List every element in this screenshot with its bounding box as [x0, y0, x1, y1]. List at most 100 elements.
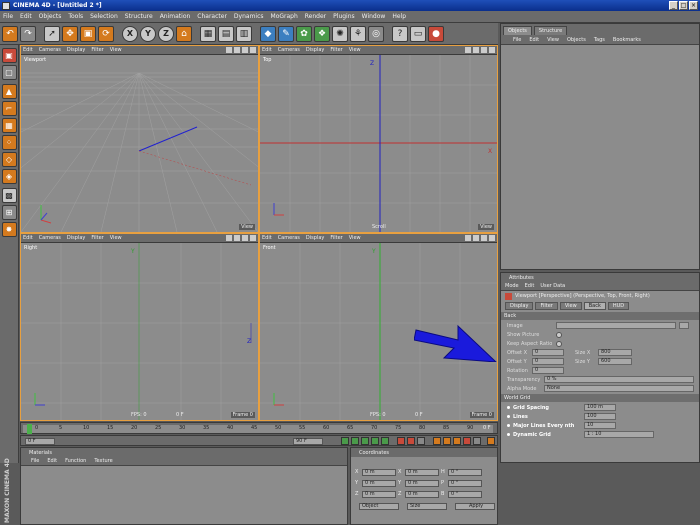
rotate-view-icon[interactable]: [242, 47, 248, 53]
size-z-coord-field[interactable]: 0 m: [405, 490, 439, 498]
tab-structure[interactable]: Structure: [533, 26, 568, 35]
vp-menu-edit[interactable]: Edit: [23, 235, 33, 241]
rotate-view-icon[interactable]: [481, 47, 487, 53]
move-view-icon[interactable]: [226, 235, 232, 241]
param-key-icon[interactable]: [463, 437, 471, 445]
view-button[interactable]: View: [478, 224, 494, 230]
menu-help[interactable]: Help: [392, 13, 406, 20]
tab-hud[interactable]: HUD: [607, 302, 630, 310]
scale-icon[interactable]: ▣: [80, 25, 96, 42]
viewport-perspective[interactable]: Edit Cameras Display Filter View Viewpor…: [20, 45, 259, 233]
vp-menu-filter[interactable]: Filter: [330, 235, 342, 241]
cube-icon[interactable]: ◆: [260, 25, 276, 42]
rot-b-field[interactable]: 0 °: [448, 490, 482, 498]
mat-menu-edit[interactable]: Edit: [47, 458, 57, 464]
view-button[interactable]: Frame 0: [469, 412, 494, 418]
polygon-mode-icon[interactable]: ◈: [1, 169, 17, 184]
layout-icon[interactable]: ▭: [410, 25, 426, 42]
move-view-icon[interactable]: [465, 47, 471, 53]
toggle-view-icon[interactable]: [250, 47, 256, 53]
array-icon[interactable]: ❖: [314, 25, 330, 42]
menu-edit[interactable]: Edit: [20, 13, 32, 20]
go-end-icon[interactable]: [381, 437, 389, 445]
rotate-view-icon[interactable]: [242, 235, 248, 241]
autokey-icon[interactable]: [407, 437, 415, 445]
deformer-icon[interactable]: ✺: [332, 25, 348, 42]
point-key-icon[interactable]: [473, 437, 481, 445]
key-selection-icon[interactable]: [417, 437, 425, 445]
size-y-coord-field[interactable]: 0 m: [405, 479, 439, 487]
toggle-view-icon[interactable]: [489, 47, 495, 53]
alpha-mode-select[interactable]: None: [544, 385, 694, 392]
vp-menu-view[interactable]: View: [110, 47, 122, 53]
help-icon[interactable]: ?: [392, 25, 408, 42]
point-mode-icon[interactable]: ⁘: [1, 135, 17, 150]
obj-menu-bookmarks[interactable]: Bookmarks: [613, 37, 641, 43]
obj-menu-view[interactable]: View: [547, 37, 559, 43]
timeline[interactable]: 0 5 10 15 20 25 30 35 40 45 50 55 60 65 …: [20, 422, 498, 434]
size-mode-select[interactable]: Size: [407, 502, 447, 510]
workplane-icon[interactable]: ✸: [1, 222, 17, 237]
zoom-view-icon[interactable]: [234, 47, 240, 53]
pos-x-field[interactable]: 0 m: [362, 468, 396, 476]
nurbs-icon[interactable]: ✿: [296, 25, 312, 42]
redo-icon[interactable]: ↷: [20, 25, 36, 42]
render-settings-icon[interactable]: ▥: [236, 25, 252, 42]
camera-icon[interactable]: ◎: [368, 25, 384, 42]
vp-menu-view[interactable]: View: [349, 235, 361, 241]
next-frame-icon[interactable]: [371, 437, 379, 445]
edge-mode-icon[interactable]: ◇: [1, 152, 17, 167]
vp-menu-filter[interactable]: Filter: [91, 47, 103, 53]
start-frame-field[interactable]: 0 F: [25, 438, 55, 445]
view-button[interactable]: View: [239, 224, 255, 230]
tab-back[interactable]: Back: [583, 302, 606, 310]
menu-window[interactable]: Window: [362, 13, 386, 20]
mat-menu-texture[interactable]: Texture: [94, 458, 112, 464]
menu-plugins[interactable]: Plugins: [333, 13, 355, 20]
size-x-coord-field[interactable]: 0 m: [405, 468, 439, 476]
vp-menu-display[interactable]: Display: [306, 235, 324, 241]
coord-mode-select[interactable]: Object: [359, 502, 399, 510]
y-axis-lock-icon[interactable]: Y: [140, 25, 156, 42]
vp-menu-filter[interactable]: Filter: [330, 47, 342, 53]
prev-frame-icon[interactable]: [351, 437, 359, 445]
minimize-button[interactable]: _: [669, 1, 678, 10]
view-button[interactable]: Frame 0: [230, 412, 255, 418]
tab-objects[interactable]: Objects: [503, 26, 532, 35]
snap-icon[interactable]: ⊞: [1, 205, 17, 220]
image-path-field[interactable]: [556, 322, 676, 329]
offset-y-field[interactable]: 0: [532, 358, 564, 365]
menu-tools[interactable]: Tools: [68, 13, 83, 20]
model-mode-icon[interactable]: ▲: [1, 84, 17, 99]
attr-menu-edit[interactable]: Edit: [525, 283, 535, 289]
image-browse-button[interactable]: [679, 322, 689, 329]
render-view-icon[interactable]: ▦: [200, 25, 216, 42]
rot-p-field[interactable]: 0 °: [448, 479, 482, 487]
offset-x-field[interactable]: 0: [532, 349, 564, 356]
render-picture-viewer-icon[interactable]: ▤: [218, 25, 234, 42]
vp-menu-cameras[interactable]: Cameras: [278, 47, 300, 53]
dynamic-grid-select[interactable]: 1 : 10: [584, 431, 654, 438]
vp-menu-edit[interactable]: Edit: [23, 47, 33, 53]
timeline-playhead[interactable]: [27, 424, 32, 434]
x-axis-lock-icon[interactable]: X: [122, 25, 138, 42]
vp-menu-filter[interactable]: Filter: [91, 235, 103, 241]
move-icon[interactable]: ✥: [62, 25, 78, 42]
timeline-options-icon[interactable]: [487, 437, 495, 445]
viewport-right[interactable]: Edit Cameras Display Filter View Y Z Rig…: [20, 233, 259, 421]
toggle-view-icon[interactable]: [250, 235, 256, 241]
rotate-icon[interactable]: ⟳: [98, 25, 114, 42]
toggle-view-icon[interactable]: [489, 235, 495, 241]
vp-menu-view[interactable]: View: [349, 47, 361, 53]
select-arrow-icon[interactable]: ➚: [44, 25, 60, 42]
position-key-icon[interactable]: [433, 437, 441, 445]
major-lines-field[interactable]: 10: [584, 422, 616, 429]
menu-selection[interactable]: Selection: [90, 13, 118, 20]
menu-render[interactable]: Render: [305, 13, 326, 20]
scene-icon[interactable]: ⚘: [350, 25, 366, 42]
play-icon[interactable]: [361, 437, 369, 445]
tab-display[interactable]: Display: [505, 302, 534, 310]
tab-view[interactable]: View: [559, 302, 582, 310]
mat-menu-function[interactable]: Function: [65, 458, 86, 464]
tab-filter[interactable]: Filter: [535, 302, 558, 310]
